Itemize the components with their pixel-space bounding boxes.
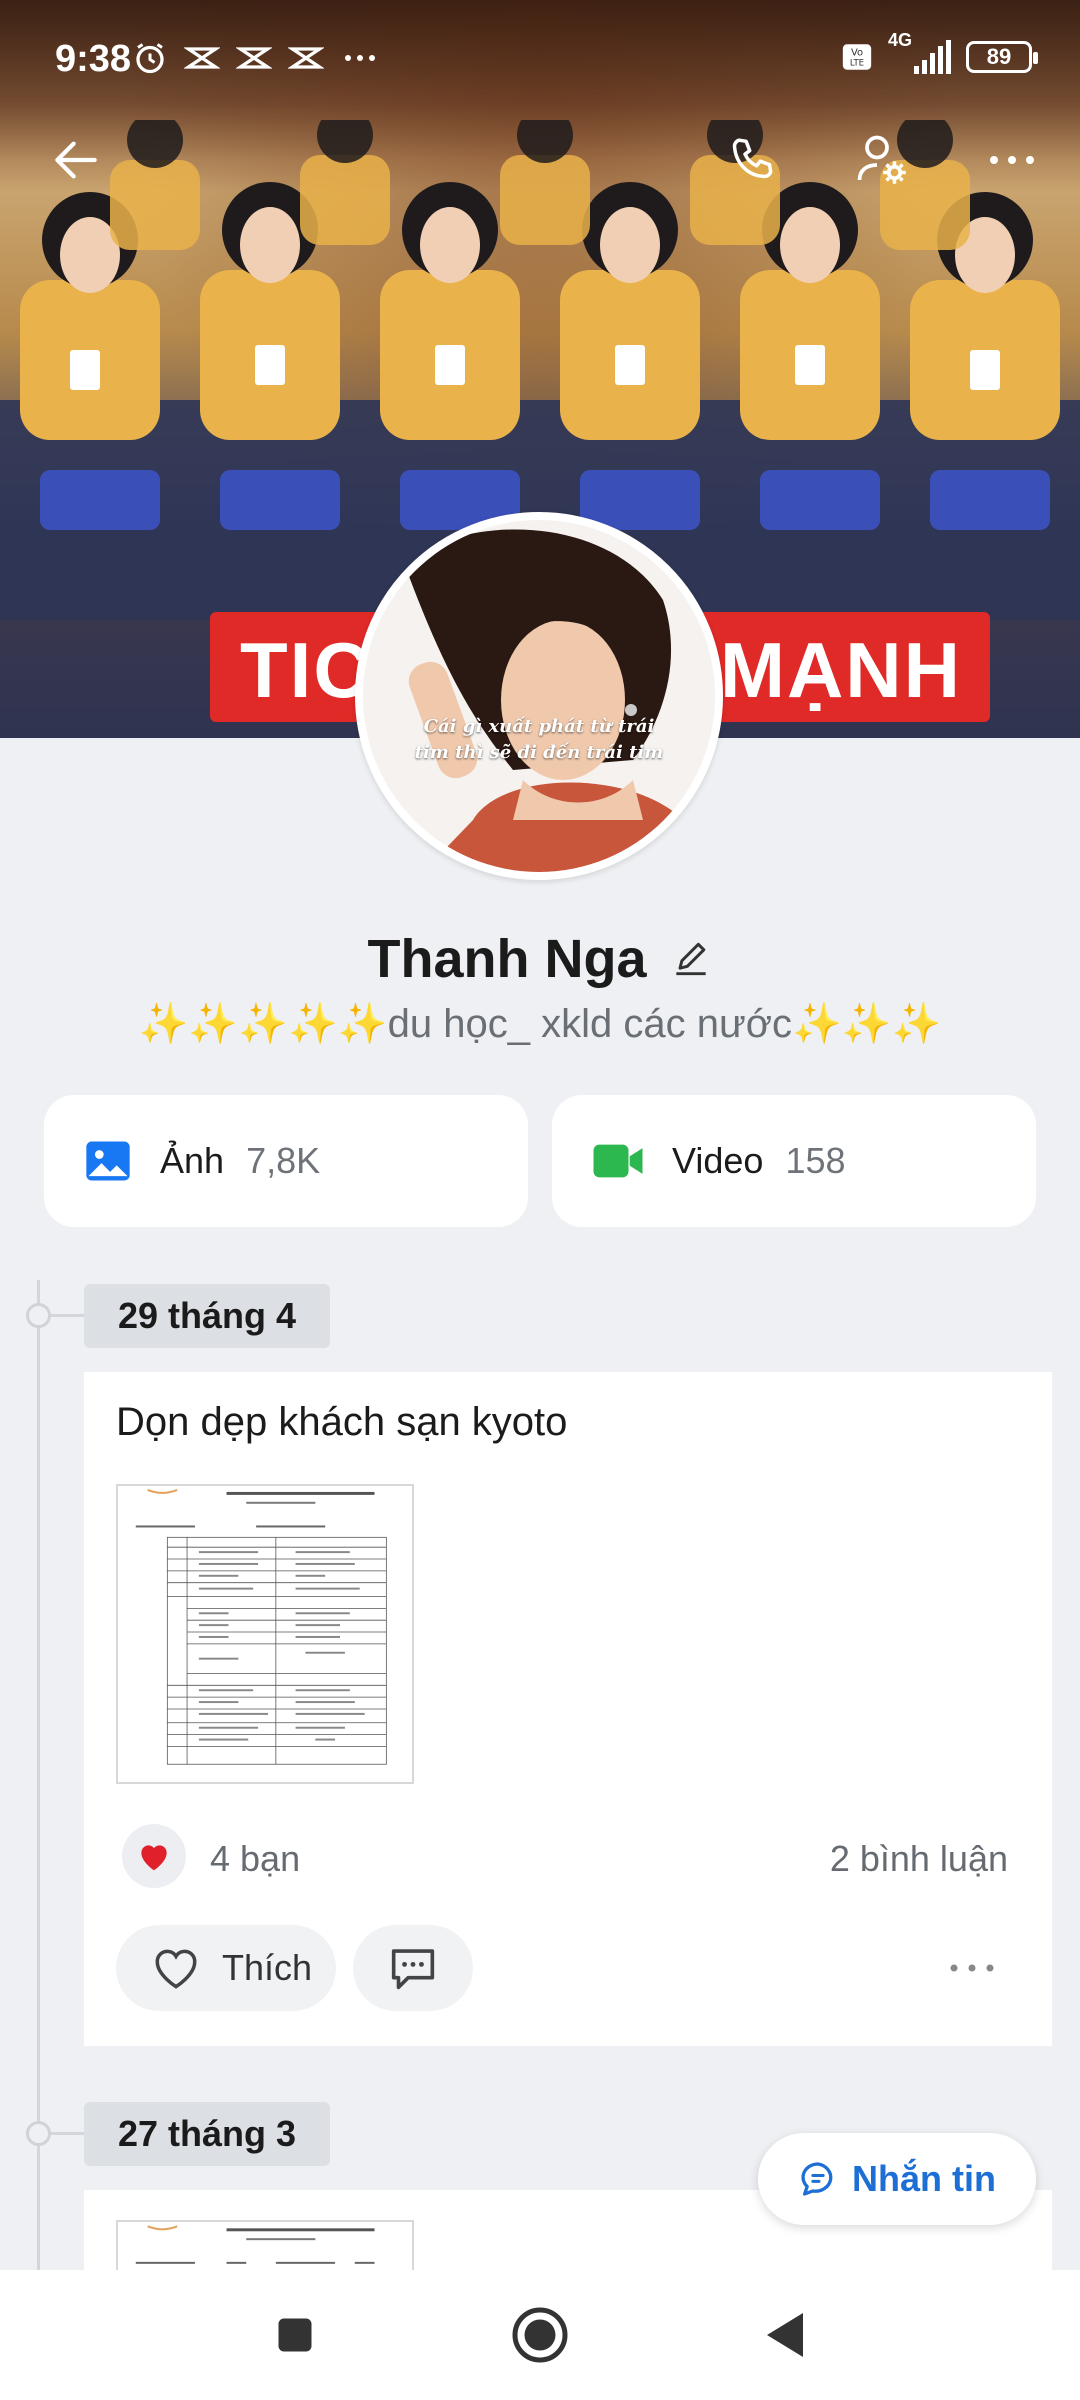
reaction-button[interactable] bbox=[122, 1824, 186, 1888]
profile-top-bar bbox=[0, 120, 1080, 200]
comment-count[interactable]: 2 bình luận bbox=[830, 1838, 1008, 1880]
svg-text:LTE: LTE bbox=[850, 59, 864, 69]
post-more-button[interactable] bbox=[942, 1952, 1002, 1984]
pencil-icon bbox=[675, 942, 706, 976]
avatar-quote-line-2: tim thì sẽ đi đến trái tim bbox=[414, 742, 664, 763]
post-image[interactable] bbox=[116, 2220, 414, 2270]
photos-label: Ảnh bbox=[160, 1140, 225, 1181]
bio-sparkles-suffix: ✨✨✨ bbox=[791, 1002, 942, 1046]
signal-icon: 4G bbox=[888, 30, 952, 76]
profile-name: Thanh Nga bbox=[367, 929, 647, 989]
photos-count: 7,8K bbox=[246, 1140, 321, 1181]
videos-count: 158 bbox=[785, 1140, 846, 1181]
recents-square-icon bbox=[278, 2318, 312, 2352]
timeline-connector bbox=[51, 2132, 84, 2135]
post-image[interactable] bbox=[116, 1484, 414, 1784]
heart-outline-icon bbox=[155, 1949, 197, 1989]
timeline-dot bbox=[26, 2121, 51, 2146]
profile-name-row: Thanh Nga bbox=[0, 924, 1080, 994]
videos-card[interactable]: Video 158 bbox=[552, 1095, 1036, 1227]
like-label: Thích bbox=[222, 1947, 313, 1988]
home-circle-icon bbox=[512, 2307, 568, 2363]
chat-bubble-icon bbox=[801, 2162, 833, 2196]
recents-button[interactable] bbox=[255, 2295, 335, 2375]
notification-icon bbox=[288, 40, 324, 76]
profile-settings-button[interactable] bbox=[842, 120, 922, 200]
back-arrow-icon bbox=[55, 141, 97, 179]
more-icon bbox=[990, 156, 1034, 164]
home-button[interactable] bbox=[500, 2295, 580, 2375]
status-bar: 9:38 Vo LTE 4G 89 bbox=[0, 0, 1080, 120]
bio-sparkles-prefix: ✨✨✨✨✨ bbox=[138, 1002, 388, 1046]
post-text: Dọn dẹp khách sạn kyoto bbox=[116, 1400, 568, 1444]
photos-card[interactable]: Ảnh 7,8K bbox=[44, 1095, 528, 1227]
more-options-button[interactable] bbox=[972, 120, 1052, 200]
avatar[interactable]: Cái gì xuất phát từ trái tim thì sẽ đi đ… bbox=[355, 512, 723, 880]
back-button[interactable] bbox=[36, 120, 116, 200]
status-icons-right: Vo LTE 4G 89 bbox=[840, 30, 1038, 76]
comment-icon bbox=[391, 1949, 435, 1990]
photo-icon bbox=[86, 1141, 130, 1181]
message-label: Nhắn tin bbox=[852, 2158, 996, 2199]
notification-icon bbox=[184, 40, 220, 76]
back-triangle-icon bbox=[767, 2313, 803, 2357]
edit-name-button[interactable] bbox=[669, 937, 713, 981]
profile-page: TIC MẠNH 9:38 Vo LTE 4G 89 Cái gì xuất p… bbox=[0, 0, 1080, 2400]
comment-button[interactable] bbox=[353, 1925, 473, 2011]
timeline-date: 29 tháng 4 bbox=[84, 1284, 331, 1348]
cover-banner-text-left: TIC bbox=[240, 626, 372, 714]
avatar-quote-line-1: Cái gì xuất phát từ trái bbox=[423, 716, 655, 737]
volte-icon: Vo LTE bbox=[840, 40, 874, 74]
cover-banner-text-right: MẠNH bbox=[720, 626, 962, 714]
message-button[interactable]: Nhắn tin bbox=[758, 2133, 1036, 2225]
reaction-count[interactable]: 4 bạn bbox=[210, 1838, 300, 1880]
phone-icon bbox=[732, 138, 773, 179]
avatar-photo bbox=[363, 520, 715, 872]
system-nav-bar bbox=[0, 2270, 1080, 2400]
post-card: Dọn dẹp khách sạn kyoto 4 bạn 2 bình luậ… bbox=[84, 1372, 1052, 2046]
battery-icon: 89 bbox=[966, 41, 1038, 73]
bio-text: du học_ xkld các nước bbox=[387, 1002, 792, 1046]
timeline-date: 27 tháng 3 bbox=[84, 2102, 331, 2166]
profile-bio: ✨✨✨✨✨du học_ xkld các nước✨✨✨ bbox=[0, 1000, 1080, 1047]
video-camera-icon bbox=[593, 1144, 643, 1178]
more-notifications-icon bbox=[340, 48, 380, 68]
network-type: 4G bbox=[888, 30, 913, 50]
timeline-connector bbox=[51, 1314, 84, 1317]
timeline-dot bbox=[26, 1303, 51, 1328]
user-settings-icon bbox=[857, 135, 906, 184]
alarm-icon bbox=[132, 40, 168, 76]
document-thumbnail bbox=[118, 2222, 412, 2270]
like-button[interactable]: Thích bbox=[116, 1925, 336, 2011]
svg-text:Vo: Vo bbox=[851, 48, 863, 59]
heart-icon bbox=[141, 1845, 167, 1871]
document-thumbnail bbox=[118, 1486, 412, 1782]
more-horizontal-icon bbox=[950, 1964, 994, 1972]
status-icons-left bbox=[132, 40, 380, 76]
notification-icon bbox=[236, 40, 272, 76]
back-nav-button[interactable] bbox=[745, 2295, 825, 2375]
status-time: 9:38 bbox=[55, 38, 132, 80]
call-button[interactable] bbox=[712, 120, 792, 200]
videos-label: Video bbox=[672, 1140, 764, 1181]
